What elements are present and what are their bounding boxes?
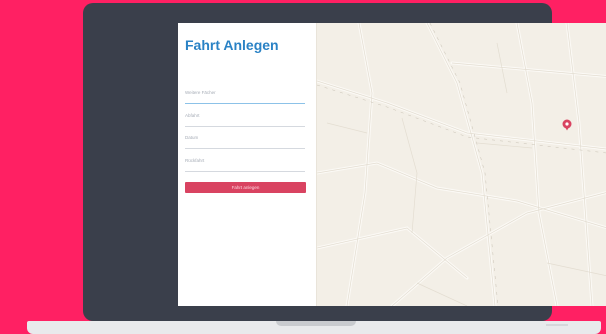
field-rueckfahrt[interactable]: Rückfahrt	[185, 158, 305, 172]
field-placeholder: Datum	[185, 135, 199, 140]
field-underline	[185, 171, 305, 172]
app-screen: Fahrt Anlegen Weitere Fächer Abfahrt Dat…	[178, 23, 606, 306]
field-underline	[185, 126, 305, 127]
field-abfahrt[interactable]: Abfahrt	[185, 113, 305, 127]
location-pin-icon[interactable]	[562, 119, 572, 131]
field-underline	[185, 148, 305, 149]
laptop-base	[27, 321, 601, 334]
page-title: Fahrt Anlegen	[185, 37, 279, 53]
laptop-frame: Fahrt Anlegen Weitere Fächer Abfahrt Dat…	[83, 3, 606, 321]
laptop-base-detail	[546, 324, 568, 326]
field-placeholder: Weitere Fächer	[185, 90, 216, 95]
field-placeholder: Abfahrt	[185, 113, 200, 118]
field-underline	[185, 103, 305, 104]
field-datum[interactable]: Datum	[185, 135, 305, 149]
map-streets	[317, 23, 606, 306]
field-weitere-faecher[interactable]: Weitere Fächer	[185, 90, 305, 104]
laptop-notch	[276, 321, 356, 326]
form-panel: Fahrt Anlegen Weitere Fächer Abfahrt Dat…	[178, 23, 317, 306]
map-view[interactable]	[317, 23, 606, 306]
submit-button[interactable]: Fahrt anlegen	[185, 182, 306, 193]
field-placeholder: Rückfahrt	[185, 158, 205, 163]
